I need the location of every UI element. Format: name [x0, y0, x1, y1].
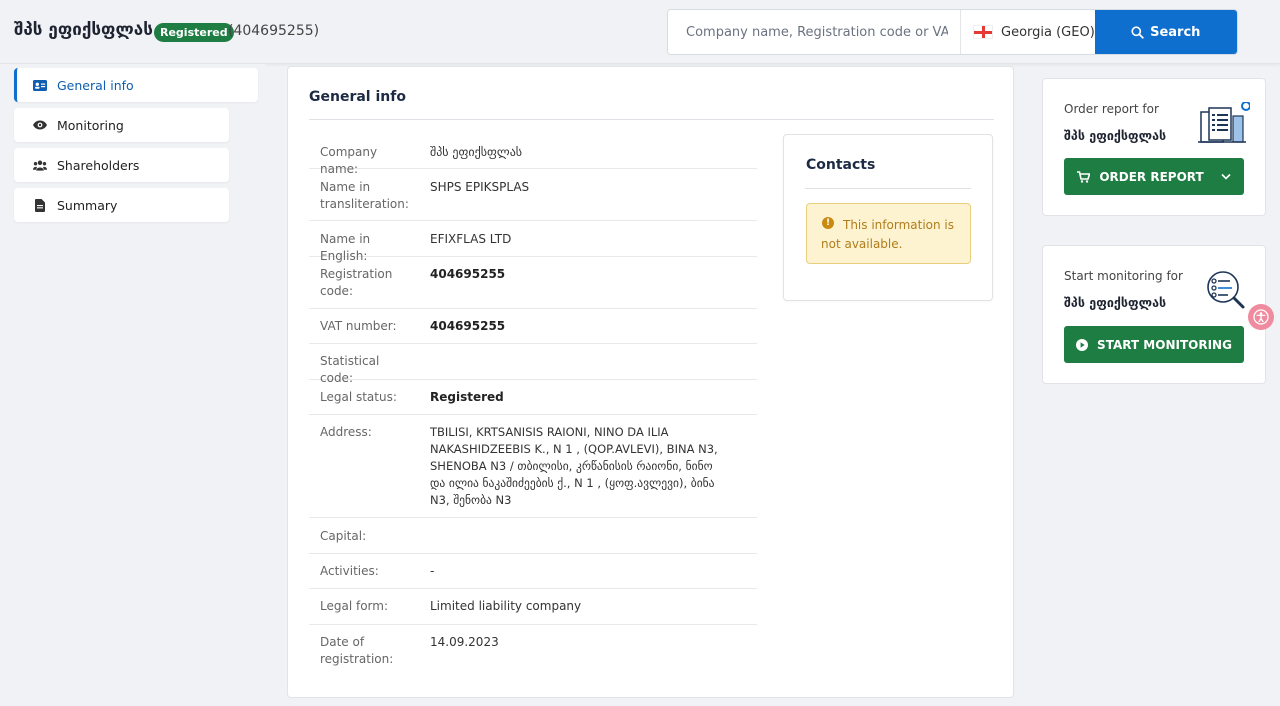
row-value: TBILISI, KRTSANISIS RAIONI, NINO DA ILIA…	[430, 425, 718, 507]
order-report-company: შპს ეფიქსფლას	[1064, 128, 1167, 143]
eye-icon	[33, 118, 47, 132]
row-value: -	[430, 564, 435, 578]
country-select[interactable]: Georgia (GEO)	[960, 10, 1095, 54]
row-value: 404695255	[430, 267, 506, 281]
play-icon	[1076, 338, 1089, 351]
search-list-icon	[1207, 271, 1245, 309]
notice-text: This information is not available.	[821, 218, 954, 251]
row-value: 404695255	[430, 319, 506, 333]
sidebar-item-monitoring[interactable]: Monitoring	[14, 108, 229, 142]
georgia-flag-icon	[973, 25, 993, 39]
table-row: Address: TBILISI, KRTSANISIS RAIONI, NIN…	[309, 415, 757, 518]
company-title: შპს ეფიქსფლას	[14, 20, 153, 40]
table-row: Legal status: Registered	[309, 380, 757, 415]
status-badge: Registered	[154, 23, 234, 42]
table-row: Date of registration: 14.09.2023	[309, 625, 757, 677]
sidebar-item-label: Monitoring	[57, 117, 124, 133]
row-value: Registered	[430, 390, 504, 404]
table-row: VAT number: 404695255	[309, 309, 757, 344]
general-info-card: General info Company name: შპს ეფიქსფლას…	[287, 66, 1014, 698]
contacts-title: Contacts	[806, 157, 876, 173]
sidebar-item-summary[interactable]: Summary	[14, 188, 229, 222]
row-label: Address:	[320, 425, 372, 439]
order-report-widget: Order report for შპს ეფიქსფლას ORDER REP…	[1042, 78, 1266, 216]
row-value: Limited liability company	[430, 599, 582, 613]
search-bar: Georgia (GEO) Search	[667, 9, 1238, 55]
info-table: Company name: შპს ეფიქსფლას Name in tran…	[309, 133, 757, 677]
order-report-button-label: ORDER REPORT	[1099, 169, 1204, 184]
search-input[interactable]	[668, 10, 960, 54]
start-monitoring-button[interactable]: START MONITORING	[1064, 326, 1244, 363]
cart-icon	[1077, 170, 1091, 183]
start-monitoring-button-label: START MONITORING	[1097, 337, 1232, 352]
table-row: Statistical code:	[309, 344, 757, 385]
chevron-down-icon	[1221, 173, 1231, 180]
order-report-button[interactable]: ORDER REPORT	[1064, 158, 1244, 195]
row-value: EFIXFLAS LTD	[430, 232, 512, 246]
row-label: VAT number:	[320, 319, 397, 333]
search-button-label: Search	[1150, 24, 1201, 40]
table-row: Activities: -	[309, 554, 757, 589]
document-icon	[33, 198, 47, 212]
row-value: SHPS EPIKSPLAS	[430, 180, 530, 194]
contacts-unavailable-notice: ! This information is not available.	[806, 203, 971, 264]
row-label: Registration code:	[320, 267, 393, 298]
sidebar-item-label: Summary	[57, 197, 118, 213]
registration-code: (404695255)	[228, 23, 320, 39]
row-label: Name in transliteration:	[320, 180, 409, 211]
sidebar-item-shareholders[interactable]: Shareholders	[14, 148, 229, 182]
id-card-icon	[33, 78, 47, 92]
order-report-label: Order report for	[1064, 102, 1159, 116]
start-monitoring-widget: Start monitoring for შპს ეფიქსფლას START…	[1042, 245, 1266, 384]
sidebar-item-label: Shareholders	[57, 157, 140, 173]
accessibility-icon[interactable]	[1248, 304, 1274, 330]
row-value: შპს ეფიქსფლას	[430, 145, 523, 159]
sidebar-item-label: General info	[57, 77, 134, 93]
table-row: Company name: შპს ეფიქსფლას	[309, 133, 757, 176]
divider	[309, 119, 994, 120]
row-label: Capital:	[320, 529, 367, 543]
search-button[interactable]: Search	[1094, 10, 1237, 54]
divider	[805, 188, 971, 189]
row-value: 14.09.2023	[430, 635, 499, 649]
row-label: Legal status:	[320, 390, 397, 404]
row-label: Date of registration:	[320, 635, 394, 666]
country-select-label: Georgia (GEO)	[1001, 24, 1095, 40]
table-row: Legal form: Limited liability company	[309, 589, 757, 625]
contacts-card: Contacts ! This information is not avail…	[783, 134, 993, 301]
sidebar: General info Monitoring Shareholders Sum…	[0, 64, 265, 706]
top-header: შპს ეფიქსფლას Registered (404695255) Geo…	[0, 0, 1280, 64]
sidebar-item-general-info[interactable]: General info	[14, 68, 258, 102]
row-label: Activities:	[320, 564, 379, 578]
table-row: Name in English: EFIXFLAS LTD	[309, 221, 757, 263]
monitoring-label: Start monitoring for	[1064, 269, 1183, 283]
table-row: Name in transliteration: SHPS EPIKSPLAS	[309, 169, 757, 221]
monitoring-company: შპს ეფიქსფლას	[1064, 295, 1167, 310]
row-label: Legal form:	[320, 599, 388, 613]
section-title: General info	[309, 89, 406, 105]
users-icon	[33, 158, 47, 172]
table-row: Registration code: 404695255	[309, 257, 757, 309]
report-document-icon	[1198, 102, 1250, 143]
table-row: Capital:	[309, 518, 757, 554]
search-icon	[1131, 25, 1144, 39]
